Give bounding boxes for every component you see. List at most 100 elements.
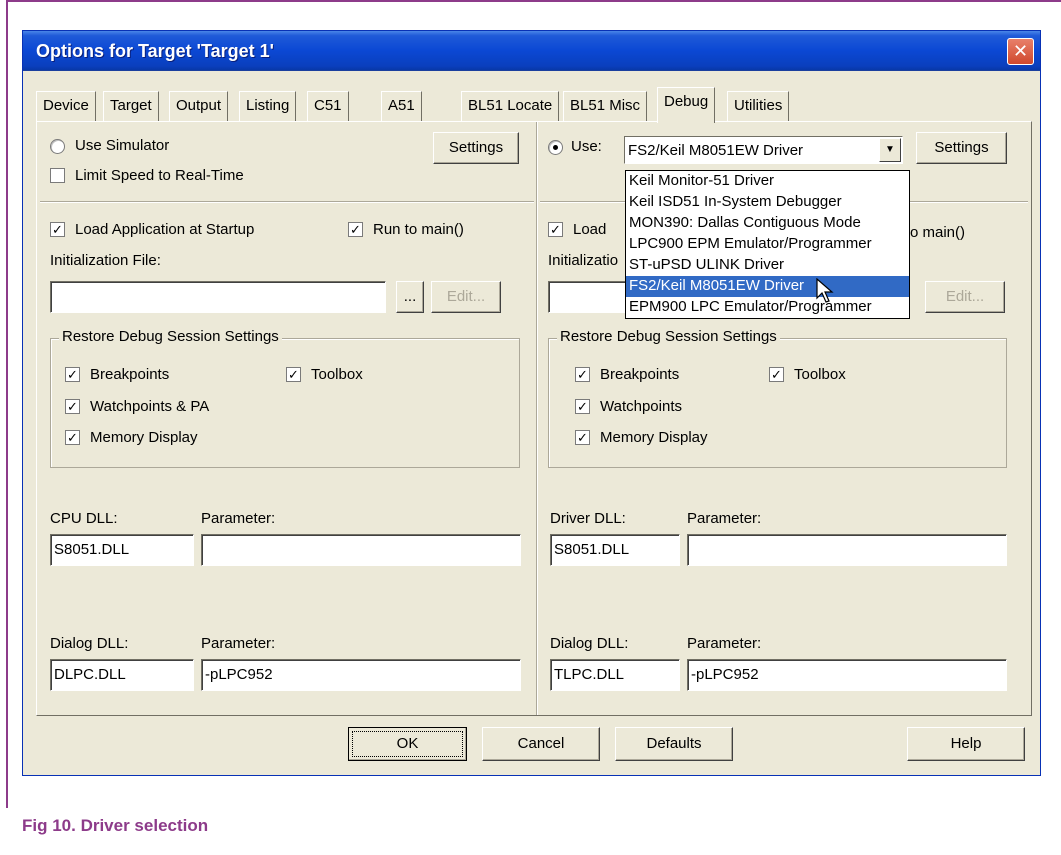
tab-a51[interactable]: A51 xyxy=(381,91,422,121)
tab-utilities[interactable]: Utilities xyxy=(727,91,790,121)
memory-display-label: Memory Display xyxy=(90,429,198,446)
run-to-main-checkbox[interactable]: ✓ xyxy=(348,222,363,237)
breakpoints-checkbox-right[interactable]: ✓ xyxy=(575,367,590,382)
tab-label: Device xyxy=(43,97,89,114)
cancel-button[interactable]: Cancel xyxy=(482,727,600,761)
tab-label: BL51 Misc xyxy=(570,97,641,114)
tab-listing[interactable]: Listing xyxy=(239,91,297,121)
tab-label: A51 xyxy=(388,97,415,114)
button-label: Settings xyxy=(448,139,504,156)
init-file-label-right: Initializatio xyxy=(548,252,619,269)
simulator-settings-button[interactable]: Settings xyxy=(433,132,519,164)
memory-display-label-right: Memory Display xyxy=(600,429,708,446)
tab-target[interactable]: Target xyxy=(103,91,159,121)
button-label: OK xyxy=(396,735,419,752)
run-to-main-label-right: o main() xyxy=(910,224,966,241)
button-label: Help xyxy=(950,735,982,752)
tab-label: Utilities xyxy=(734,97,783,114)
close-icon: ✕ xyxy=(1012,41,1029,61)
init-file-edit-button-right[interactable]: Edit... xyxy=(925,281,1005,313)
load-app-checkbox[interactable]: ✓ xyxy=(50,222,65,237)
options-dialog: Options for Target 'Target 1' ✕ Device T… xyxy=(22,30,1041,776)
button-label: Settings xyxy=(934,139,989,156)
left-separator xyxy=(40,201,534,203)
cpu-param-label: Parameter: xyxy=(201,510,276,527)
driver-dll-label: Driver DLL: xyxy=(550,510,626,527)
init-file-input[interactable] xyxy=(50,281,386,313)
tab-debug[interactable]: Debug xyxy=(657,87,716,123)
page-border-left xyxy=(6,0,8,808)
cpu-dll-label: CPU DLL: xyxy=(50,510,118,527)
cpu-param-input[interactable] xyxy=(201,534,521,566)
dialog-param-label: Parameter: xyxy=(201,635,276,652)
figure-caption: Fig 10. Driver selection xyxy=(22,816,209,835)
driver-dropdown-list[interactable]: Keil Monitor-51 Driver Keil ISD51 In-Sys… xyxy=(625,170,910,319)
dialog-param-label-right: Parameter: xyxy=(687,635,762,652)
dialog-dll-input-right[interactable]: TLPC.DLL xyxy=(550,659,680,691)
driver-param-input[interactable] xyxy=(687,534,1007,566)
tab-bl51-misc[interactable]: BL51 Misc xyxy=(563,91,648,121)
dialog-dll-label: Dialog DLL: xyxy=(50,635,129,652)
use-driver-label: Use: xyxy=(571,138,602,155)
button-label: Cancel xyxy=(517,735,565,752)
driver-dll-input[interactable]: S8051.DLL xyxy=(550,534,680,566)
dropdown-option-highlighted[interactable]: FS2/Keil M8051EW Driver xyxy=(626,276,909,297)
dialog-dll-label-right: Dialog DLL: xyxy=(550,635,629,652)
ok-button[interactable]: OK xyxy=(348,727,467,761)
window-title: Options for Target 'Target 1' xyxy=(36,41,274,61)
use-driver-radio[interactable] xyxy=(548,140,563,155)
use-simulator-label: Use Simulator xyxy=(75,137,170,154)
tab-label: Listing xyxy=(246,97,290,114)
driver-param-label: Parameter: xyxy=(687,510,762,527)
init-file-label: Initialization File: xyxy=(50,252,161,269)
tab-label: BL51 Locate xyxy=(468,97,553,114)
dropdown-option[interactable]: Keil ISD51 In-System Debugger xyxy=(626,192,909,213)
dialog-param-input[interactable]: -pLPC952 xyxy=(201,659,521,691)
limit-speed-label: Limit Speed to Real-Time xyxy=(75,167,244,184)
chevron-down-icon[interactable]: ▼ xyxy=(879,138,901,162)
tab-bl51-locate[interactable]: BL51 Locate xyxy=(461,91,560,121)
button-label: ... xyxy=(403,288,417,305)
init-file-edit-button[interactable]: Edit... xyxy=(431,281,501,313)
breakpoints-checkbox[interactable]: ✓ xyxy=(65,367,80,382)
breakpoints-label: Breakpoints xyxy=(90,366,170,383)
cpu-dll-input[interactable]: S8051.DLL xyxy=(50,534,194,566)
driver-select[interactable]: FS2/Keil M8051EW Driver ▼ xyxy=(624,136,903,164)
tab-device[interactable]: Device xyxy=(36,91,96,121)
column-divider xyxy=(536,122,538,715)
limit-speed-checkbox[interactable] xyxy=(50,168,65,183)
use-simulator-radio[interactable] xyxy=(50,139,65,154)
defaults-button[interactable]: Defaults xyxy=(615,727,733,761)
button-label: Defaults xyxy=(646,735,702,752)
dialog-dll-input[interactable]: DLPC.DLL xyxy=(50,659,194,691)
dropdown-option[interactable]: ST-uPSD ULINK Driver xyxy=(626,255,909,276)
init-file-input-right[interactable] xyxy=(548,281,628,313)
close-button[interactable]: ✕ xyxy=(1007,38,1034,65)
tab-c51[interactable]: C51 xyxy=(307,91,349,121)
memory-display-checkbox-right[interactable]: ✓ xyxy=(575,430,590,445)
mouse-cursor-icon xyxy=(816,278,834,303)
load-app-label: Load Application at Startup xyxy=(75,221,255,238)
driver-settings-button[interactable]: Settings xyxy=(916,132,1007,164)
help-button[interactable]: Help xyxy=(907,727,1025,761)
dialog-param-input-right[interactable]: -pLPC952 xyxy=(687,659,1007,691)
load-app-checkbox-right[interactable]: ✓ xyxy=(548,222,563,237)
button-label: Edit... xyxy=(945,288,985,305)
memory-display-checkbox[interactable]: ✓ xyxy=(65,430,80,445)
toolbox-checkbox[interactable]: ✓ xyxy=(286,367,301,382)
toolbox-checkbox-right[interactable]: ✓ xyxy=(769,367,784,382)
breakpoints-label-right: Breakpoints xyxy=(600,366,680,383)
dropdown-option[interactable]: MON390: Dallas Contiguous Mode xyxy=(626,213,909,234)
watchpoints-checkbox[interactable]: ✓ xyxy=(65,399,80,414)
watchpoints-checkbox-right[interactable]: ✓ xyxy=(575,399,590,414)
dropdown-option[interactable]: EPM900 LPC Emulator/Programmer xyxy=(626,297,909,318)
title-bar[interactable]: Options for Target 'Target 1' ✕ xyxy=(23,31,1040,71)
load-app-label-right: Load xyxy=(573,221,607,238)
run-to-main-label: Run to main() xyxy=(373,221,464,238)
tab-output[interactable]: Output xyxy=(169,91,229,121)
dropdown-option[interactable]: Keil Monitor-51 Driver xyxy=(626,171,909,192)
watchpoints-label-right: Watchpoints xyxy=(600,398,682,415)
init-file-browse-button[interactable]: ... xyxy=(396,281,424,313)
dropdown-option[interactable]: LPC900 EPM Emulator/Programmer xyxy=(626,234,909,255)
tab-label: Debug xyxy=(664,93,709,110)
